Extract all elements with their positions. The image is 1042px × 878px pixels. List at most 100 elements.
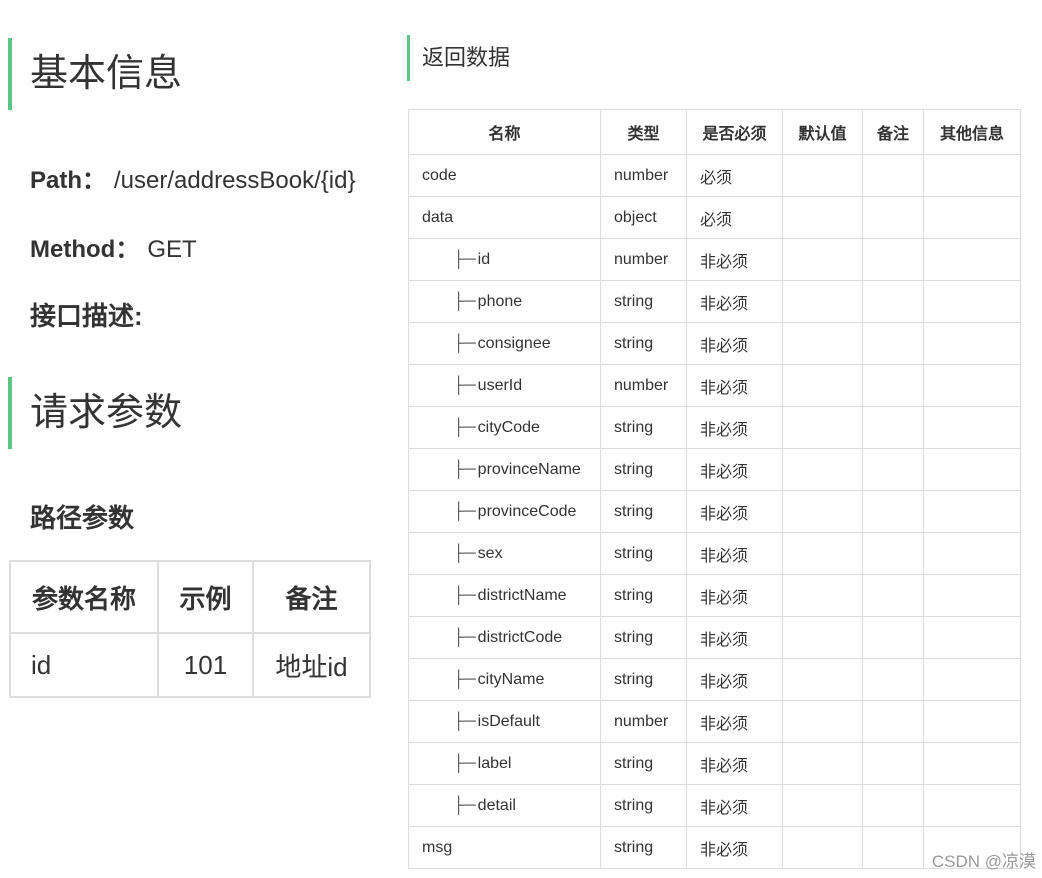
field-type-cell: string [600,448,687,491]
table-row: ├─ isDefault number 非必须 [408,700,1021,743]
field-name: data [422,208,454,226]
field-other-cell [923,742,1021,785]
field-note-cell [862,532,924,575]
tree-branch-icon: ├─ [453,418,476,436]
path-value: /user/addressBook/{id} [114,167,356,194]
field-type-cell: object [600,196,687,239]
field-name: provinceCode [477,502,577,520]
field-type-cell: string [600,322,687,365]
tree-branch-icon: ├─ [453,712,476,730]
field-name-cell: msg [408,826,601,869]
field-default-cell [782,406,863,449]
header-default: 默认值 [782,109,863,155]
param-example-cell: 101 [157,632,254,698]
field-required-cell: 非必须 [686,406,783,449]
path-label: Path： [30,167,107,194]
field-other-cell [923,658,1021,701]
field-type-cell: string [600,742,687,785]
field-name: cityCode [477,418,540,436]
field-type-cell: string [600,784,687,827]
field-other-cell [923,490,1021,533]
field-type-cell: string [600,490,687,533]
field-required-cell: 非必须 [686,616,783,659]
field-name-cell: data [408,196,601,239]
field-name-cell: code [408,154,601,197]
field-other-cell [923,280,1021,323]
field-name-cell: ├─ provinceCode [408,490,601,533]
method-value: GET [147,236,197,263]
field-type-cell: number [600,154,687,197]
table-row: ├─ detail string 非必须 [408,784,1021,827]
field-required-cell: 非必须 [686,490,783,533]
tree-branch-icon: ├─ [453,586,476,604]
field-note-cell [862,574,924,617]
field-type-cell: number [600,364,687,407]
field-note-cell [862,196,924,239]
field-required-cell: 非必须 [686,280,783,323]
field-name-cell: ├─ detail [408,784,601,827]
field-type-cell: string [600,532,687,575]
field-default-cell [782,196,863,239]
field-default-cell [782,574,863,617]
field-default-cell [782,364,863,407]
table-row: ├─ sex string 非必须 [408,532,1021,575]
field-default-cell [782,658,863,701]
field-other-cell [923,616,1021,659]
field-type-cell: string [600,406,687,449]
basic-info-heading: 基本信息 [8,38,182,110]
field-default-cell [782,322,863,365]
tree-branch-icon: ├─ [453,292,476,310]
table-row: ├─ userId number 非必须 [408,364,1021,407]
field-note-cell [862,154,924,197]
field-note-cell [862,490,924,533]
field-required-cell: 必须 [686,196,783,239]
table-row: ├─ districtCode string 非必须 [408,616,1021,659]
field-name-cell: ├─ userId [408,364,601,407]
request-params-heading: 请求参数 [8,377,182,449]
param-note-header: 备注 [252,560,371,634]
table-row: msg string 非必须 [408,826,1021,869]
tree-branch-icon: ├─ [453,670,476,688]
field-name-cell: ├─ districtCode [408,616,601,659]
field-name-cell: ├─ sex [408,532,601,575]
field-name-cell: ├─ provinceName [408,448,601,491]
field-required-cell: 非必须 [686,784,783,827]
tree-branch-icon: ├─ [453,796,476,814]
field-other-cell [923,322,1021,365]
field-name-cell: ├─ label [408,742,601,785]
param-note-cell: 地址id [252,632,371,698]
field-type-cell: number [600,238,687,281]
field-other-cell [923,448,1021,491]
return-header-row: 名称 类型 是否必须 默认值 备注 其他信息 [408,109,1021,155]
field-name-cell: ├─ phone [408,280,601,323]
field-note-cell [862,658,924,701]
field-type-cell: string [600,280,687,323]
field-note-cell [862,448,924,491]
field-name: code [422,166,457,184]
field-note-cell [862,238,924,281]
field-other-cell [923,196,1021,239]
tree-branch-icon: ├─ [453,376,476,394]
request-params-title: 请求参数 [30,392,183,434]
field-name: id [477,250,491,268]
header-name: 名称 [408,109,601,155]
field-name: districtCode [477,628,563,646]
field-note-cell [862,364,924,407]
field-type-cell: string [600,574,687,617]
method-line: Method： GET [30,229,197,264]
field-name: sex [477,544,503,562]
table-row: ├─ cityCode string 非必须 [408,406,1021,449]
table-row: code number 必须 [408,154,1021,197]
field-name: userId [477,376,523,394]
field-required-cell: 非必须 [686,238,783,281]
tree-branch-icon: ├─ [453,754,476,772]
header-other: 其他信息 [923,109,1021,155]
field-other-cell [923,574,1021,617]
field-note-cell [862,322,924,365]
field-required-cell: 非必须 [686,364,783,407]
tree-branch-icon: ├─ [453,334,476,352]
path-params-header-row: 参数名称 示例 备注 [9,560,371,634]
field-required-cell: 非必须 [686,448,783,491]
field-other-cell [923,532,1021,575]
field-required-cell: 非必须 [686,322,783,365]
